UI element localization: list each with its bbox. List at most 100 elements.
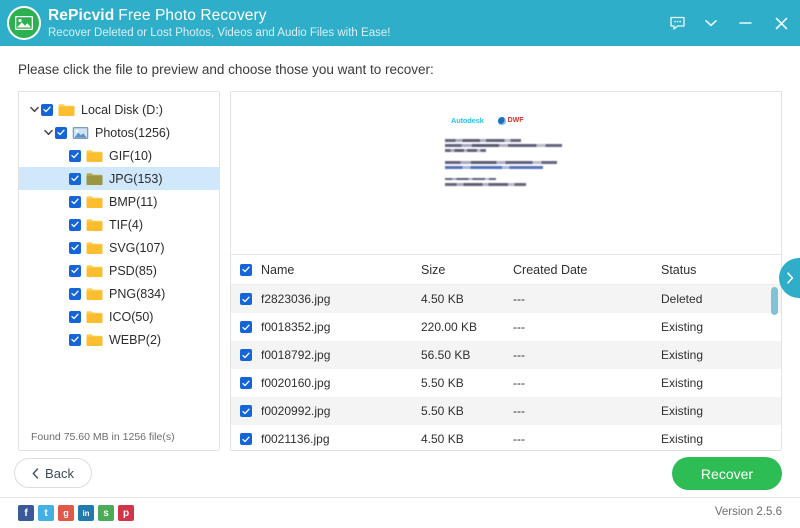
file-created-date: --- xyxy=(513,320,525,334)
row-checkbox[interactable] xyxy=(240,349,252,361)
tree-item-label: BMP(11) xyxy=(109,194,158,209)
photo-icon xyxy=(7,6,41,40)
tree-item-gif10[interactable]: GIF(10) xyxy=(19,144,219,167)
file-size: 5.50 KB xyxy=(421,376,464,390)
tree-item-label: WEBP(2) xyxy=(109,332,162,347)
file-status: Existing xyxy=(661,320,704,334)
tree-item-ico50[interactable]: ICO(50) xyxy=(19,305,219,328)
file-created-date: --- xyxy=(513,292,525,306)
social-glyph: t xyxy=(44,507,48,519)
tree-item-psd85[interactable]: PSD(85) xyxy=(19,259,219,282)
feedback-button[interactable] xyxy=(660,0,694,46)
row-checkbox[interactable] xyxy=(240,405,252,417)
table-row[interactable]: f0020160.jpg 5.50 KB --- Existing xyxy=(231,369,781,397)
title-text-block: RePicvid Free Photo Recovery Recover Dele… xyxy=(48,6,390,41)
table-row[interactable]: f0021136.jpg 4.50 KB --- Existing xyxy=(231,425,781,450)
file-list-scrollbar-thumb[interactable] xyxy=(771,287,778,315)
tree-item-checkbox[interactable] xyxy=(41,103,53,116)
column-header-status[interactable]: Status xyxy=(661,263,781,277)
social-glyph: in xyxy=(82,508,90,518)
app-tagline: Recover Deleted or Lost Photos, Videos a… xyxy=(48,26,391,39)
column-header-name[interactable]: Name xyxy=(261,263,421,277)
tree-item-checkbox[interactable] xyxy=(69,241,81,254)
tree-item-photos1256[interactable]: Photos(1256) xyxy=(19,121,219,144)
globe-icon xyxy=(497,116,506,125)
file-created-date: --- xyxy=(513,404,525,418)
stumbleupon-icon[interactable]: s xyxy=(98,505,114,521)
dwf-label: DWF xyxy=(507,117,524,124)
title-bar: RePicvid Free Photo Recovery Recover Dele… xyxy=(0,0,800,46)
row-checkbox[interactable] xyxy=(240,377,252,389)
file-status: Existing xyxy=(661,432,704,446)
menu-button[interactable] xyxy=(694,0,728,46)
recover-button[interactable]: Recover xyxy=(672,457,782,490)
chevron-down-icon[interactable] xyxy=(27,98,41,121)
folder-icon xyxy=(86,264,103,278)
table-row[interactable]: f0020992.jpg 5.50 KB --- Existing xyxy=(231,397,781,425)
column-header-size[interactable]: Size xyxy=(421,263,513,277)
text-line xyxy=(445,166,543,169)
version-label: Version 2.5.6 xyxy=(714,506,782,518)
tree-item-svg107[interactable]: SVG(107) xyxy=(19,236,219,259)
pinterest-icon[interactable]: p xyxy=(118,505,134,521)
tree-item-checkbox[interactable] xyxy=(69,218,81,231)
file-size: 4.50 KB xyxy=(421,432,464,446)
tree-item-tif4[interactable]: TIF(4) xyxy=(19,213,219,236)
tree-item-label: ICO(50) xyxy=(109,309,154,324)
tree-item-label: Photos(1256) xyxy=(95,125,171,140)
tree-item-checkbox[interactable] xyxy=(69,310,81,323)
dwf-logo: DWF xyxy=(497,116,524,125)
select-all-checkbox[interactable] xyxy=(240,263,252,276)
tree-item-checkbox[interactable] xyxy=(69,264,81,277)
tree-item-checkbox[interactable] xyxy=(69,195,81,208)
row-checkbox[interactable] xyxy=(240,321,252,333)
facebook-icon[interactable]: f xyxy=(18,505,34,521)
table-row[interactable]: f2823036.jpg 4.50 KB --- Deleted xyxy=(231,285,781,313)
tree-item-png834[interactable]: PNG(834) xyxy=(19,282,219,305)
document-paragraph xyxy=(445,177,567,186)
chevron-down-icon[interactable] xyxy=(41,121,55,144)
app-logo xyxy=(0,0,48,46)
tree-item-bmp11[interactable]: BMP(11) xyxy=(19,190,219,213)
tree-item-checkbox[interactable] xyxy=(69,287,81,300)
text-line xyxy=(445,149,487,152)
column-header-created-date[interactable]: Created Date xyxy=(513,263,661,277)
file-list-scrollbar[interactable] xyxy=(771,285,778,450)
file-created-date: --- xyxy=(513,376,525,390)
window-controls xyxy=(660,0,800,46)
row-checkbox[interactable] xyxy=(240,293,252,305)
linkedin-icon[interactable]: in xyxy=(78,505,94,521)
action-bar: Back Recover xyxy=(0,455,800,497)
side-flyout-tab[interactable] xyxy=(779,258,800,298)
text-line xyxy=(445,144,563,147)
table-row[interactable]: f0018792.jpg 56.50 KB --- Existing xyxy=(231,341,781,369)
tree-item-checkbox[interactable] xyxy=(55,126,67,139)
tree-item-checkbox[interactable] xyxy=(69,172,81,185)
file-size: 56.50 KB xyxy=(421,348,471,362)
autodesk-logo: Autodesk xyxy=(451,116,484,125)
row-checkbox[interactable] xyxy=(240,433,252,445)
table-row[interactable]: f0018352.jpg 220.00 KB --- Existing xyxy=(231,313,781,341)
back-button[interactable]: Back xyxy=(14,458,92,488)
social-glyph: f xyxy=(24,507,28,519)
googleplus-icon[interactable]: g xyxy=(58,505,74,521)
row-checkbox-cell[interactable] xyxy=(231,405,261,417)
tree-item-localdiskd[interactable]: Local Disk (D:) xyxy=(19,98,219,121)
document-thumbnail[interactable]: Autodesk DWF xyxy=(431,104,581,238)
row-checkbox-cell[interactable] xyxy=(231,433,261,445)
row-checkbox-cell[interactable] xyxy=(231,293,261,305)
file-status: Deleted xyxy=(661,292,703,306)
minimize-button[interactable] xyxy=(728,0,762,46)
select-all-checkbox-cell[interactable] xyxy=(231,263,261,276)
row-checkbox-cell[interactable] xyxy=(231,349,261,361)
tree-item-checkbox[interactable] xyxy=(69,149,81,162)
tree-item-label: PSD(85) xyxy=(109,263,157,278)
tree-item-webp2[interactable]: WEBP(2) xyxy=(19,328,219,351)
close-button[interactable] xyxy=(762,0,800,46)
tree-item-jpg153[interactable]: JPG(153) xyxy=(19,167,219,190)
twitter-icon[interactable]: t xyxy=(38,505,54,521)
row-checkbox-cell[interactable] xyxy=(231,377,261,389)
back-button-label: Back xyxy=(45,465,74,481)
row-checkbox-cell[interactable] xyxy=(231,321,261,333)
tree-item-checkbox[interactable] xyxy=(69,333,81,346)
